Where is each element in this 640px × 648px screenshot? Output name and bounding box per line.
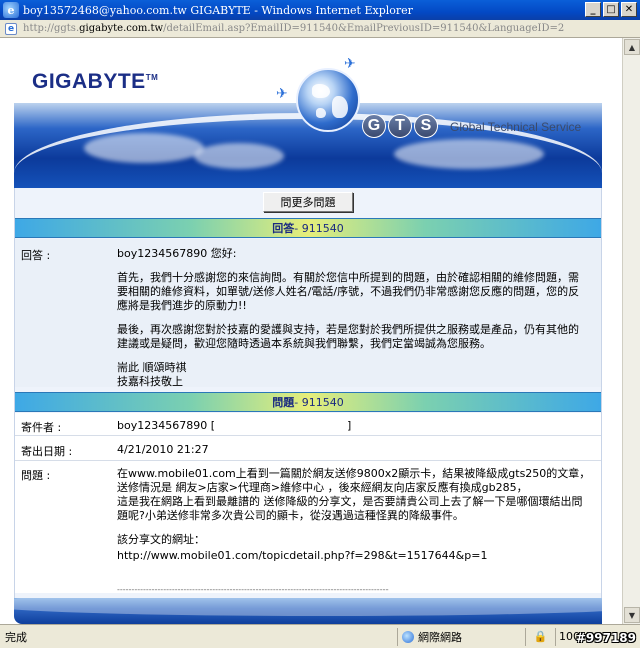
window-controls: _ □ ✕ [585, 2, 637, 17]
dashed-divider: ----------------------------------------… [117, 585, 389, 594]
sender-value: boy1234567890 [] [117, 419, 352, 432]
gts-letter-g: G [362, 114, 386, 138]
share-label: 該分享文的網址： [117, 533, 205, 546]
reply-greeting: boy1234567890 您好: [117, 247, 237, 260]
gts-tagline: Global Technical Service [450, 120, 582, 134]
question-section-id: - 911540 [294, 395, 344, 409]
security-zone[interactable]: 網際網路 [397, 627, 525, 646]
window-title: boy13572468@yahoo.com.tw GIGABYTE - Wind… [23, 3, 413, 17]
address-bar[interactable]: e http://ggts.gigabyte.com.tw/detailEmai… [0, 20, 640, 38]
reply-paragraph-2: 最後，再次感謝您對於技嘉的愛護與支持，若是您對於我們所提供之服務或是產品，仍有其… [117, 323, 579, 350]
scroll-up-arrow-icon[interactable]: ▲ [624, 39, 640, 55]
gts-letter-s: S [414, 114, 438, 138]
reply-section-id: - 911540 [294, 221, 344, 235]
page-header: GIGABYTETM ✈ ✈ G T S Global Technical Se… [14, 48, 602, 188]
reply-paragraph-1: 首先，我們十分感謝您的來信詢問。有關於您信中所提到的問題，由於確認相關的維修問題… [117, 271, 580, 312]
sender-label: 寄件者 : [21, 421, 62, 434]
ask-more-questions-button[interactable]: 問更多問題 [263, 192, 353, 212]
gigabyte-logo[interactable]: GIGABYTETM [32, 70, 158, 94]
maximize-button[interactable]: □ [603, 2, 619, 17]
reply-closing-2: 技嘉科技敬上 [117, 375, 183, 388]
question-body: 在www.mobile01.com上看到一篇關於網友送修9800x2顯示卡，結果… [117, 467, 591, 597]
minimize-button[interactable]: _ [585, 2, 601, 17]
vertical-scrollbar[interactable]: ▲ ▼ [622, 38, 640, 624]
date-value: 4/21/2010 21:27 [117, 443, 209, 456]
gts-logo: G T S [362, 114, 438, 138]
close-button[interactable]: ✕ [621, 2, 637, 17]
address-url[interactable]: http://ggts.gigabyte.com.tw/detailEmail.… [23, 23, 564, 34]
globe-icon [296, 68, 360, 132]
watermark-text: #997189 [575, 631, 636, 645]
protected-mode-icon[interactable]: 🔒 [525, 627, 555, 646]
reply-section-title: 回答 [272, 222, 295, 235]
status-bar: 完成 網際網路 🔒 100% [0, 624, 640, 648]
question-label: 問題 : [21, 469, 51, 482]
question-section-header: 問題 - 911540 [15, 392, 601, 412]
share-url[interactable]: http://www.mobile01.com/topicdetail.php?… [117, 549, 591, 563]
main-panel: 問更多問題 回答 - 911540 回答 : boy1234567890 您好:… [14, 188, 602, 598]
internet-zone-icon [402, 630, 414, 643]
date-row [15, 436, 601, 460]
reply-closing-1: 耑此 順頌時祺 [117, 361, 187, 374]
page-footer-banner [14, 598, 602, 624]
reply-label: 回答 : [21, 249, 51, 262]
window-titlebar: e boy13572468@yahoo.com.tw GIGABYTE - Wi… [0, 0, 640, 20]
scroll-down-arrow-icon[interactable]: ▼ [624, 607, 640, 623]
page-icon: e [5, 22, 17, 35]
ie-icon: e [3, 2, 19, 18]
sender-email-redacted [215, 420, 347, 432]
page-content: GIGABYTETM ✈ ✈ G T S Global Technical Se… [0, 38, 622, 624]
reply-body: boy1234567890 您好: 首先，我們十分感謝您的來信詢問。有關於您信中… [117, 247, 589, 389]
status-text: 完成 [5, 630, 27, 644]
airplane-icon: ✈ [344, 56, 356, 72]
reply-section-header: 回答 - 911540 [15, 218, 601, 238]
question-line-2: 這是我在網路上看到最離譜的 送修降級的分享文，是否要請貴公司上去了解一下是哪個環… [117, 495, 583, 522]
question-line-1: 在www.mobile01.com上看到一篇關於網友送修9800x2顯示卡，結果… [117, 467, 591, 494]
date-label: 寄出日期 : [21, 445, 73, 458]
gts-letter-t: T [388, 114, 412, 138]
airplane-icon: ✈ [276, 86, 288, 102]
question-section-title: 問題 [272, 396, 295, 409]
